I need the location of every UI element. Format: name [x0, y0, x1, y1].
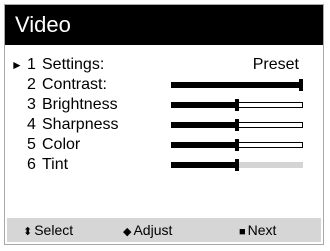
left-right-arrows-icon: ◆ [123, 226, 132, 238]
row-label: Sharpness [42, 116, 119, 133]
row-number: 5 [27, 136, 36, 153]
row-label: Tint [42, 156, 69, 173]
row-number: 6 [27, 156, 36, 173]
row-label: Settings: [42, 56, 105, 73]
next-hint: ■ Next [239, 218, 276, 244]
row-number: 2 [27, 76, 36, 93]
select-hint: ⬍ Select [23, 218, 73, 244]
slider-knob[interactable] [235, 139, 239, 151]
selection-pointer-icon: ► [11, 58, 23, 72]
menu-title: Video [5, 5, 323, 45]
menu-row-color[interactable]: 5 Color [5, 135, 323, 155]
next-hint-label: Next [247, 222, 277, 238]
contrast-slider[interactable] [171, 79, 303, 91]
up-down-arrows-icon: ⬍ [23, 226, 33, 238]
row-number: 4 [27, 116, 36, 133]
tint-slider[interactable] [171, 159, 303, 171]
slider-fill [171, 162, 237, 168]
menu-row-tint[interactable]: 6 Tint [5, 155, 323, 175]
slider-knob[interactable] [299, 79, 303, 91]
color-slider[interactable] [171, 139, 303, 151]
slider-knob[interactable] [235, 159, 239, 171]
adjust-hint-label: Adjust [133, 222, 173, 238]
slider-fill [171, 122, 237, 128]
menu-rows: ► 1 Settings: Preset 2 Contrast: 3 Brigh… [5, 55, 323, 175]
slider-knob[interactable] [235, 119, 239, 131]
row-number: 1 [27, 56, 36, 73]
button-hint-bar: ⬍ Select ◆ Adjust ■ Next [7, 218, 321, 242]
row-number: 3 [27, 96, 36, 113]
row-label: Contrast: [42, 76, 107, 93]
brightness-slider[interactable] [171, 99, 303, 111]
slider-fill [171, 142, 237, 148]
menu-row-brightness[interactable]: 3 Brightness [5, 95, 323, 115]
sharpness-slider[interactable] [171, 119, 303, 131]
menu-row-sharpness[interactable]: 4 Sharpness [5, 115, 323, 135]
video-menu: Video ► 1 Settings: Preset 2 Contrast: 3… [4, 4, 324, 245]
slider-fill [171, 82, 303, 88]
slider-fill [171, 102, 237, 108]
settings-value: Preset [252, 56, 299, 73]
select-hint-label: Select [34, 222, 74, 238]
menu-row-contrast[interactable]: 2 Contrast: [5, 75, 323, 95]
adjust-hint: ◆ Adjust [123, 218, 172, 244]
menu-row-settings[interactable]: ► 1 Settings: Preset [5, 55, 323, 75]
row-label: Color [42, 136, 81, 153]
row-label: Brightness [42, 96, 118, 113]
slider-knob[interactable] [235, 99, 239, 111]
square-icon: ■ [239, 226, 246, 238]
